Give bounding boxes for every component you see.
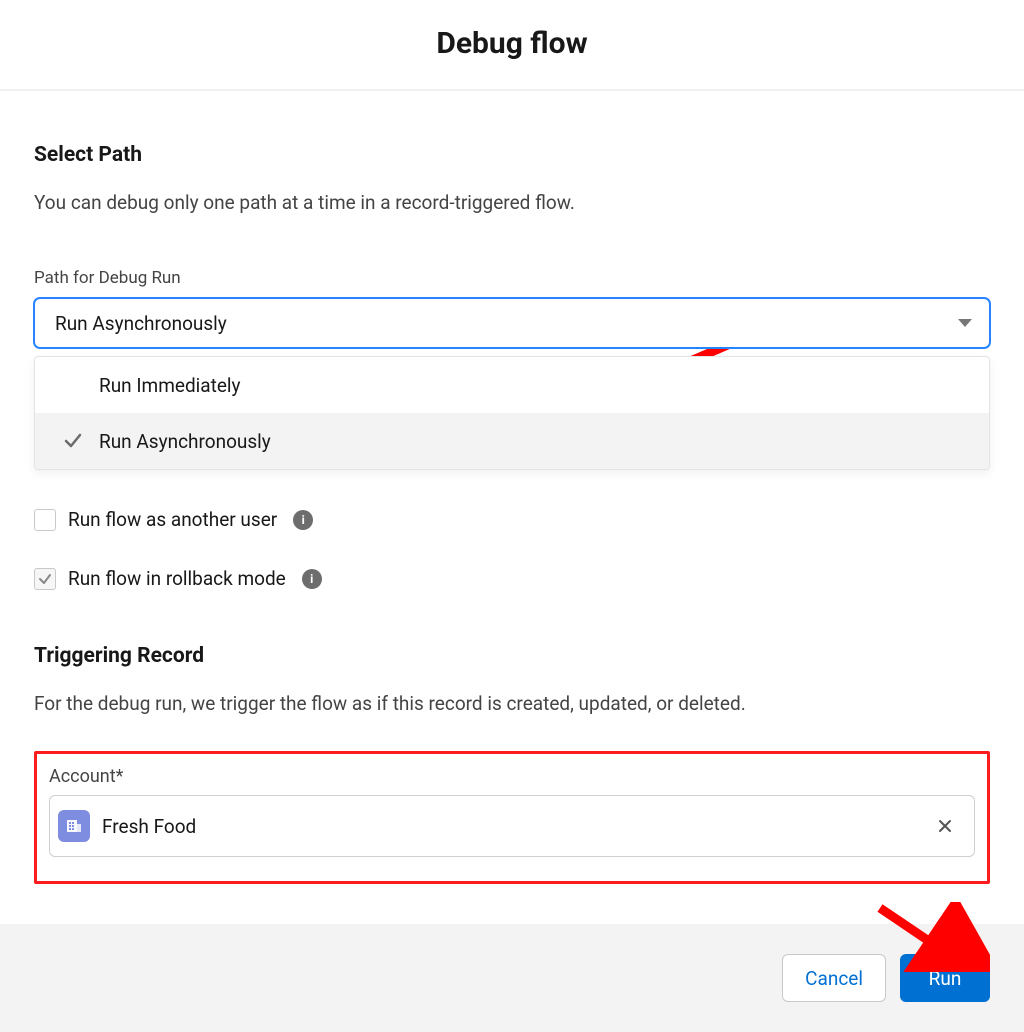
run-as-user-checkbox[interactable]: [34, 509, 56, 531]
run-button-label: Run: [929, 967, 962, 990]
chevron-down-icon: [958, 319, 972, 327]
account-label: Account*: [49, 766, 975, 787]
clear-record-button[interactable]: [932, 813, 958, 839]
modal-body: Select Path You can debug only one path …: [0, 91, 1024, 924]
triggering-description: For the debug run, we trigger the flow a…: [34, 692, 990, 715]
run-as-user-row: Run flow as another user i: [34, 508, 990, 531]
debug-flow-modal: Debug flow Select Path You can debug onl…: [0, 0, 1024, 1032]
select-path-description: You can debug only one path at a time in…: [34, 191, 990, 214]
run-button[interactable]: Run: [900, 954, 990, 1002]
close-icon: [936, 817, 954, 835]
modal-footer: Cancel Run: [0, 924, 1024, 1032]
rollback-checkbox[interactable]: [34, 568, 56, 590]
path-selected-value: Run Asynchronously: [55, 312, 227, 335]
path-field-label: Path for Debug Run: [34, 268, 990, 288]
path-option-run-immediately[interactable]: Run Immediately: [35, 357, 989, 413]
cancel-button[interactable]: Cancel: [782, 954, 886, 1002]
path-combobox[interactable]: Run Asynchronously Run Immediately Run A…: [34, 298, 990, 348]
path-option-label: Run Immediately: [99, 374, 241, 397]
modal-title: Debug flow: [0, 26, 1024, 61]
check-icon: [63, 431, 83, 451]
account-icon: [58, 810, 90, 842]
triggering-heading: Triggering Record: [34, 644, 990, 668]
account-record-pill[interactable]: Fresh Food: [58, 810, 196, 842]
path-option-run-asynchronously[interactable]: Run Asynchronously: [35, 413, 989, 469]
rollback-label: Run flow in rollback mode: [68, 567, 286, 590]
account-highlight-box: Account*: [34, 751, 990, 884]
modal-header: Debug flow: [0, 0, 1024, 91]
cancel-button-label: Cancel: [805, 967, 863, 990]
select-path-heading: Select Path: [34, 143, 990, 167]
path-combobox-input[interactable]: Run Asynchronously: [34, 298, 990, 348]
info-icon[interactable]: i: [293, 510, 313, 530]
account-lookup-input[interactable]: Fresh Food: [49, 795, 975, 857]
info-icon[interactable]: i: [302, 569, 322, 589]
account-record-name: Fresh Food: [102, 815, 196, 838]
rollback-row: Run flow in rollback mode i: [34, 567, 990, 590]
path-dropdown: Run Immediately Run Asynchronously: [34, 356, 990, 470]
path-option-label: Run Asynchronously: [99, 430, 271, 453]
run-as-user-label: Run flow as another user: [68, 508, 277, 531]
